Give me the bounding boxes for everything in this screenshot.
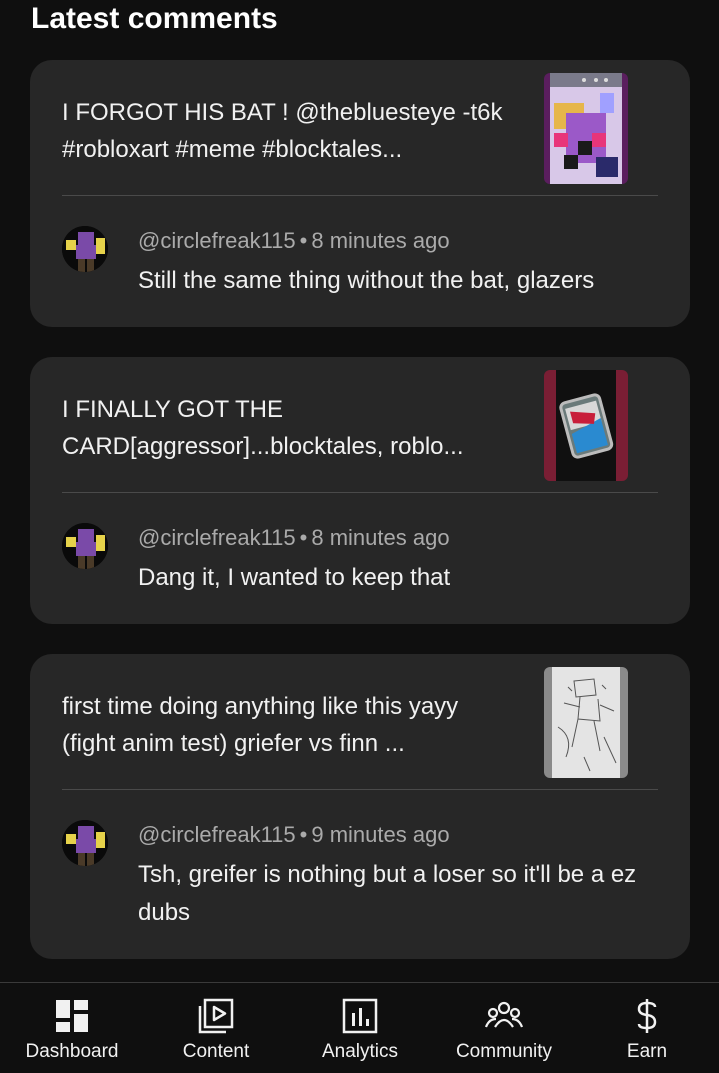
comment-text[interactable]: Dang it, I wanted to keep that bbox=[138, 559, 648, 597]
video-title[interactable]: I FINALLY GOT THE CARD[aggressor]...bloc… bbox=[62, 391, 512, 465]
video-title[interactable]: first time doing anything like this yayy… bbox=[62, 688, 512, 762]
roblox-avatar-icon bbox=[62, 820, 108, 866]
dashboard-icon bbox=[56, 1000, 88, 1032]
meta-separator: • bbox=[299, 525, 308, 550]
comment-time: 8 minutes ago bbox=[311, 525, 450, 550]
comment-meta: @circlefreak115 • 8 minutes ago bbox=[138, 228, 450, 254]
nav-label: Earn bbox=[626, 1041, 668, 1062]
dollar-icon bbox=[637, 999, 657, 1033]
comment-meta: @circlefreak115 • 8 minutes ago bbox=[138, 525, 450, 551]
community-icon bbox=[485, 1001, 523, 1028]
section-title: Latest comments bbox=[31, 2, 278, 35]
comment-time: 8 minutes ago bbox=[311, 228, 450, 253]
card-divider bbox=[62, 492, 658, 493]
comment-time: 9 minutes ago bbox=[311, 822, 450, 847]
avatar[interactable] bbox=[62, 226, 108, 272]
roblox-avatar-icon bbox=[62, 226, 108, 272]
content-icon bbox=[198, 998, 234, 1034]
card-divider bbox=[62, 195, 658, 196]
comment-author[interactable]: @circlefreak115 bbox=[138, 228, 296, 253]
analytics-icon bbox=[342, 998, 378, 1034]
comment-text[interactable]: Still the same thing without the bat, gl… bbox=[138, 262, 648, 300]
comment-card[interactable]: first time doing anything like this yayy… bbox=[30, 654, 690, 959]
card-thumbnail-icon bbox=[544, 370, 628, 481]
pixel-art-character-thumbnail-icon bbox=[544, 73, 628, 184]
nav-community[interactable]: Community bbox=[432, 983, 576, 1073]
meta-separator: • bbox=[299, 822, 308, 847]
nav-dashboard[interactable]: Dashboard bbox=[0, 983, 144, 1073]
comment-text[interactable]: Tsh, greifer is nothing but a loser so i… bbox=[138, 856, 648, 932]
comment-card[interactable]: I FINALLY GOT THE CARD[aggressor]...bloc… bbox=[30, 357, 690, 624]
sketch-thumbnail-icon bbox=[544, 667, 628, 778]
studio-page: Latest comments I FORGOT HIS BAT ! @theb… bbox=[0, 0, 719, 1073]
comment-card[interactable]: I FORGOT HIS BAT ! @thebluesteye -t6k #r… bbox=[30, 60, 690, 327]
video-thumbnail[interactable] bbox=[544, 667, 628, 778]
video-thumbnail[interactable] bbox=[544, 73, 628, 184]
comment-author[interactable]: @circlefreak115 bbox=[138, 822, 296, 847]
meta-separator: • bbox=[299, 228, 308, 253]
comment-meta: @circlefreak115 • 9 minutes ago bbox=[138, 822, 450, 848]
bottom-navigation: Dashboard Content Analytics Community Ea… bbox=[0, 982, 719, 1073]
nav-label: Dashboard bbox=[25, 1041, 119, 1062]
nav-label: Community bbox=[455, 1041, 553, 1062]
avatar[interactable] bbox=[62, 523, 108, 569]
roblox-avatar-icon bbox=[62, 523, 108, 569]
nav-label: Analytics bbox=[321, 1041, 399, 1062]
card-divider bbox=[62, 789, 658, 790]
nav-earn[interactable]: Earn bbox=[575, 983, 719, 1073]
nav-analytics[interactable]: Analytics bbox=[288, 983, 432, 1073]
video-thumbnail[interactable] bbox=[544, 370, 628, 481]
avatar[interactable] bbox=[62, 820, 108, 866]
comment-author[interactable]: @circlefreak115 bbox=[138, 525, 296, 550]
nav-content[interactable]: Content bbox=[144, 983, 288, 1073]
nav-label: Content bbox=[182, 1041, 250, 1062]
video-title[interactable]: I FORGOT HIS BAT ! @thebluesteye -t6k #r… bbox=[62, 94, 512, 168]
